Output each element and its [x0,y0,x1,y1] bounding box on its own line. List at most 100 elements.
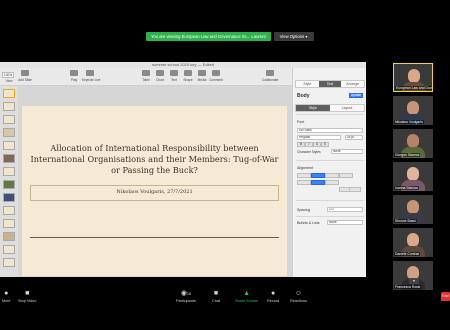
slide-navigator [0,86,18,277]
media-icon [198,70,206,76]
table-icon [142,70,150,76]
slide-thumbnail[interactable] [3,154,15,163]
video-tile[interactable]: Daniele Cortese [393,228,433,257]
slide-thumbnail[interactable] [3,167,15,176]
inspector-tab-text[interactable]: Text [318,81,342,87]
end-meeting-button[interactable]: End [441,292,450,301]
paragraph-style-name[interactable]: Body [297,93,310,99]
divider [296,216,364,217]
text-subtabs: Style Layout [295,104,365,112]
valign-bottom-button[interactable] [325,180,339,185]
reactions-icon: ☺ [294,290,303,297]
chart-icon [156,70,164,76]
slide-thumbnail[interactable] [3,206,15,215]
record-label: Record [267,299,280,303]
align-right-button[interactable] [325,173,339,178]
play-label: Play [70,78,78,82]
video-tile[interactable]: Francesca Rossi [393,261,433,290]
slide-thumbnail[interactable] [3,193,15,202]
slide-thumbnail[interactable] [3,232,15,241]
character-styles-label: Character Styles [297,150,321,154]
view-options-label: View Options [279,34,305,39]
update-style-button[interactable]: Update [349,93,363,98]
valign-middle-button[interactable] [311,180,325,185]
video-tile[interactable]: Simone Bassi [393,195,433,224]
microphone-icon: ● [4,290,9,297]
align-center-button[interactable] [311,173,325,178]
participant-name: Daniele Cortese [394,252,421,256]
reactions-label: Reactions [290,299,307,303]
spacing-select[interactable]: 1.0 [327,207,363,212]
subtitle-text-box[interactable]: Nikolaos Voulgaris, 27/7/2021 [30,185,279,201]
video-camera-icon: ■ [25,290,30,297]
slide-thumbnail[interactable] [3,245,15,254]
keynote-live-icon [86,70,94,76]
slide-thumbnail[interactable] [3,128,15,137]
italic-button[interactable]: I [305,142,313,147]
valign-top-button[interactable] [297,180,311,185]
strikethrough-button[interactable]: S [321,142,329,147]
align-left-button[interactable] [297,173,311,178]
align-justify-button[interactable] [339,173,353,178]
share-screen-button[interactable]: ▲ Share Screen [235,290,258,303]
spacing-label[interactable]: Spacing [297,208,310,212]
underline-button[interactable]: U [313,142,321,147]
keynote-live-label: Keynote Live [82,78,101,82]
character-styles-select[interactable]: None [331,149,363,154]
video-tile[interactable]: Giorgos Stamos [393,129,433,158]
slide-thumbnail[interactable] [3,89,15,98]
chat-button[interactable]: ■ Chat [212,290,220,303]
inspector-tab-style[interactable]: Style [296,81,319,87]
add-slide-label: Add Slide [18,78,32,82]
font-style-select[interactable]: Regular [297,135,341,140]
subtab-layout[interactable]: Layout [330,105,364,111]
gallery-scroll-down-icon[interactable]: ▾ [409,278,419,284]
bullets-select[interactable]: None [327,220,363,225]
divider [296,160,364,161]
participant-face [407,134,419,148]
current-slide[interactable]: Allocation of International Responsibili… [22,106,287,276]
reactions-button[interactable]: ☺ Reactions [290,290,307,303]
font-name-select[interactable]: Gill Sans [297,128,363,133]
participant-face [407,233,419,247]
view-label: View [5,79,13,83]
bullets-label[interactable]: Bullets & Lists [297,221,320,225]
slide-thumbnail[interactable] [3,180,15,189]
bold-button[interactable]: B [297,142,305,147]
comment-button[interactable]: Comment [208,70,224,82]
slide-thumbnail[interactable] [3,141,15,150]
comment-icon [212,70,220,76]
record-button[interactable]: ● Record [267,290,279,303]
play-button[interactable]: Play [66,70,82,82]
add-slide-button[interactable]: Add Slide [17,70,33,82]
inspector-tabs: Style Text Arrange [295,80,365,88]
keynote-live-button[interactable]: Keynote Live [82,70,101,82]
collaborate-button[interactable]: Collaborate [262,70,278,82]
participants-icon: ◉18 [180,290,191,297]
participant-face [407,200,419,214]
subtab-style[interactable]: Style [296,105,330,111]
participant-face [408,69,420,83]
stop-video-button[interactable]: ■ Stop Video [18,290,37,303]
divider [296,200,364,201]
participants-button[interactable]: ◉18 Participants [176,290,196,303]
alignment-heading: Alignment [297,166,313,170]
video-tile[interactable]: Ioanna Stavrou [393,162,433,191]
slide-thumbnail[interactable] [3,258,15,267]
video-tile[interactable]: European Law and Gove... [393,63,433,92]
inspector-tab-arrange[interactable]: Arrange [341,81,364,87]
indent-increase-button[interactable] [349,187,361,192]
video-tile[interactable]: Nikolaos Voulgaris [393,96,433,125]
slide-thumbnail[interactable] [3,219,15,228]
participants-label: Participants [176,299,196,303]
view-options-button[interactable]: View Options ▾ [273,32,314,41]
slide-thumbnail[interactable] [3,115,15,124]
view-button[interactable]: View [2,79,16,83]
mute-button[interactable]: ● Mute [2,290,10,303]
zoom-select[interactable]: 100% [2,72,14,78]
font-size-field[interactable]: 24 pt [345,135,363,140]
slide-subtitle: Nikolaos Voulgaris, 27/7/2021 [116,189,193,195]
chevron-down-icon: ▾ [305,34,308,39]
slide-title[interactable]: Allocation of International Responsibili… [26,143,283,175]
slide-thumbnail[interactable] [3,102,15,111]
